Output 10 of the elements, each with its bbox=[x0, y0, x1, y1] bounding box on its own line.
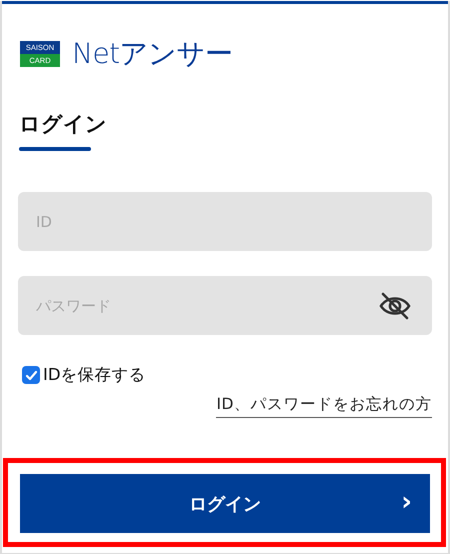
forgot-link[interactable]: ID、パスワードをお忘れの方 bbox=[216, 394, 432, 418]
hide-password-icon[interactable] bbox=[378, 291, 412, 321]
arrow-icon: › bbox=[401, 487, 412, 517]
page-heading: ログイン bbox=[19, 111, 108, 137]
login-button[interactable]: ログイン › bbox=[20, 474, 430, 533]
password-field[interactable]: パスワード bbox=[18, 276, 432, 335]
checkbox-label: IDを保存する bbox=[43, 364, 146, 386]
id-field[interactable]: ID bbox=[18, 192, 432, 251]
checkbox[interactable] bbox=[22, 366, 40, 384]
service-name: Netアンサー bbox=[72, 36, 233, 72]
